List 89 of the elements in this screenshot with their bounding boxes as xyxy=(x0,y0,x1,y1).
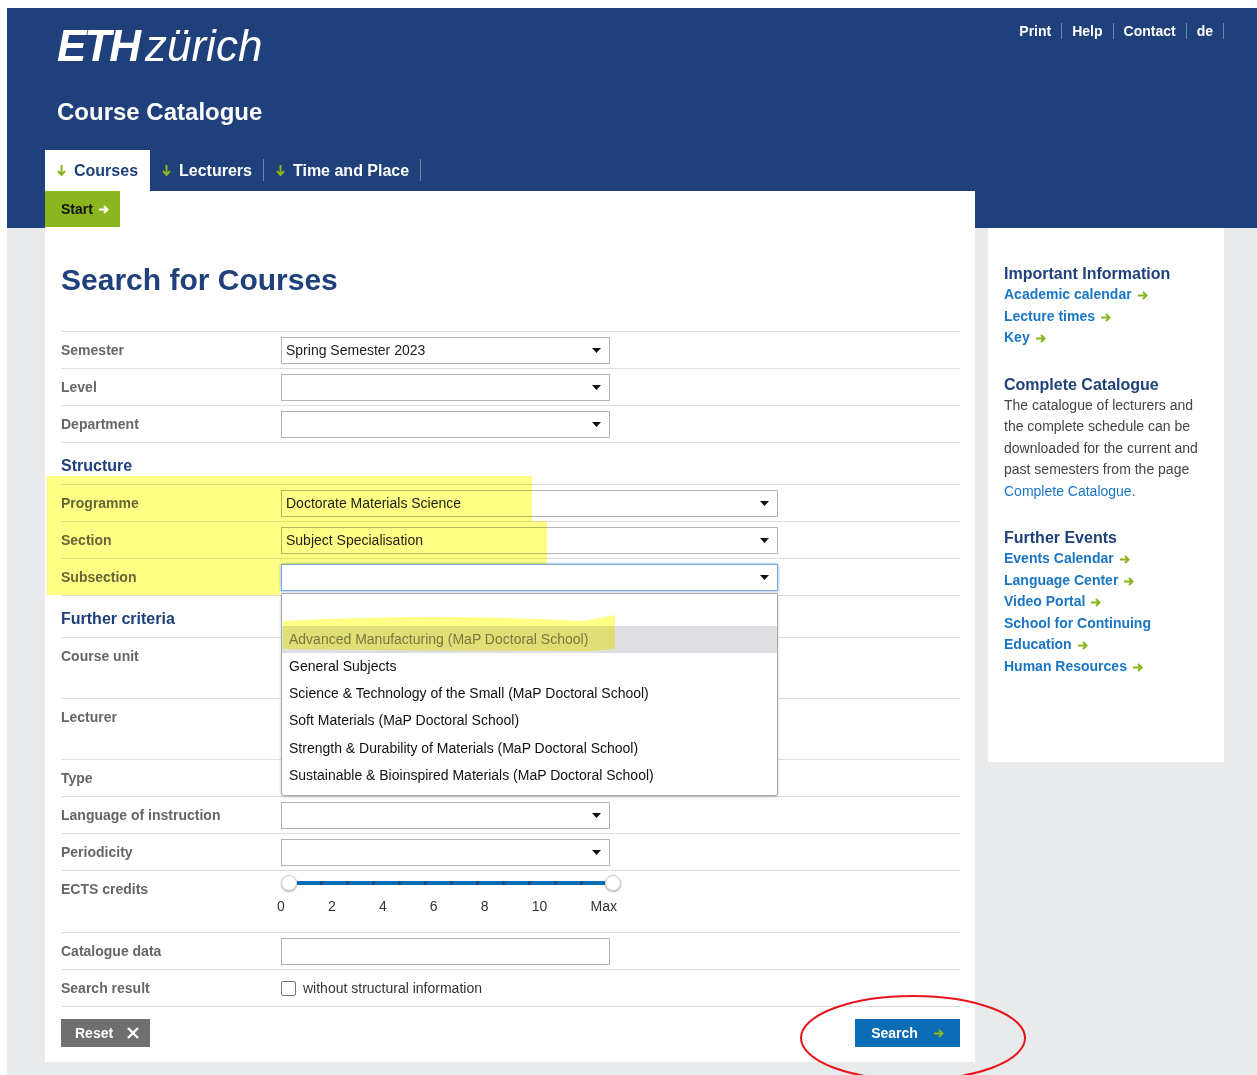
logo: ETHzürich xyxy=(57,22,263,70)
select-field[interactable] xyxy=(281,801,610,829)
close-icon xyxy=(127,1027,140,1039)
field-label: Level xyxy=(61,379,98,395)
dropdown-option[interactable]: Sustainable & Bioinspired Materials (MaP Doctoral School) xyxy=(282,762,777,790)
sidebar-heading: Further Events xyxy=(1004,528,1118,548)
tick-label: 6 xyxy=(429,898,438,914)
field-label: Lecturer xyxy=(61,709,119,725)
search-button[interactable]: Search xyxy=(855,1019,960,1047)
tick-label: Max xyxy=(590,898,617,914)
select-field[interactable]: Doctorate Materials Science xyxy=(281,489,778,517)
caret-icon xyxy=(592,849,601,855)
text-input[interactable] xyxy=(281,937,610,965)
catalogue-link[interactable]: Complete Catalogue xyxy=(1004,482,1132,499)
arrow-icon xyxy=(1091,598,1102,607)
field-label: Periodicity xyxy=(61,844,134,860)
caret-icon xyxy=(592,347,601,353)
sidebar-link[interactable]: Language Center xyxy=(1004,569,1214,591)
dropdown-option[interactable]: General Subjects xyxy=(282,652,777,681)
dropdown-option[interactable]: Strength & Durability of Materials (MaP Doctoral School) xyxy=(282,734,777,762)
sidebar-heading: Complete Catalogue xyxy=(1004,374,1160,395)
arrow-icon xyxy=(1077,641,1088,650)
arrow-icon xyxy=(933,1028,944,1038)
sidebar-link[interactable]: Academic calendar xyxy=(1004,284,1214,306)
sidebar-link[interactable]: Human Resources xyxy=(1004,655,1214,677)
field-label: Semester xyxy=(61,342,126,358)
arrow-icon xyxy=(1132,662,1143,672)
arrow-icon xyxy=(1124,576,1135,586)
field-label: Course unit xyxy=(61,648,140,664)
dropdown-option[interactable]: Science & Technology of the Small (MaP Doctoral School) xyxy=(282,680,777,708)
caret-icon xyxy=(760,500,769,506)
field-label: Subsection xyxy=(61,569,138,585)
top-link[interactable]: de xyxy=(1186,23,1224,39)
select-field[interactable]: Spring Semester 2023 xyxy=(281,336,610,364)
site-title: Course Catalogue xyxy=(57,98,264,126)
select-field[interactable]: Subject Specialisation xyxy=(281,526,778,554)
top-link[interactable]: Print xyxy=(1009,23,1063,39)
nav-tab[interactable]: Time and Place xyxy=(263,150,422,191)
slider-handle[interactable] xyxy=(281,875,297,891)
sidebar-link[interactable]: Video Portal xyxy=(1004,591,1214,613)
arrow-icon xyxy=(1137,291,1148,300)
field-label: Department xyxy=(61,416,140,432)
field-label: Catalogue data xyxy=(61,943,163,959)
select-field[interactable] xyxy=(281,838,610,866)
field-label: Search result xyxy=(61,980,151,996)
down-arrow-icon xyxy=(275,165,285,176)
tick-label: 8 xyxy=(480,898,489,914)
start-button[interactable]: Start xyxy=(45,191,120,227)
slider-handle[interactable] xyxy=(605,875,621,891)
field-label: Language of instruction xyxy=(61,807,222,823)
arrow-icon xyxy=(1119,555,1130,564)
section-heading: Structure xyxy=(61,457,133,475)
arrow-icon xyxy=(98,204,109,214)
caret-icon xyxy=(592,421,601,427)
section-heading: Further criteria xyxy=(61,610,175,628)
tick-label: 4 xyxy=(378,898,387,914)
sidebar-link[interactable]: Events Calendar xyxy=(1004,548,1214,570)
tick-label: 2 xyxy=(327,898,336,914)
sidebar-link[interactable]: Lecture times xyxy=(1004,305,1214,327)
checkbox[interactable] xyxy=(281,980,296,996)
caret-icon xyxy=(760,574,769,580)
down-arrow-icon xyxy=(57,165,66,176)
arrow-icon xyxy=(1035,334,1046,343)
caret-icon xyxy=(592,384,601,390)
page-heading: Search for Courses xyxy=(61,263,339,297)
sidebar-paragraph: The catalogue of lecturers and the complete schedule can be downloaded for the current and past semesters from the page Complete Catalogue. xyxy=(1004,395,1199,501)
nav-tab[interactable]: Lecturers xyxy=(150,150,264,191)
dropdown-option[interactable]: Soft Materials (MaP Doctoral School) xyxy=(282,707,777,735)
select-field[interactable] xyxy=(281,563,778,591)
sidebar-link[interactable]: Key xyxy=(1004,327,1214,349)
field-label: Programme xyxy=(61,495,140,511)
field-label: ECTS credits xyxy=(61,881,150,897)
caret-icon xyxy=(592,812,601,818)
select-field[interactable] xyxy=(281,373,610,401)
field-label: Type xyxy=(61,770,94,786)
reset-button[interactable]: Reset xyxy=(61,1019,151,1047)
field-label: Section xyxy=(61,532,113,548)
nav-tab[interactable]: Courses xyxy=(45,150,151,191)
down-arrow-icon xyxy=(162,165,172,176)
checkbox-label: without structural information xyxy=(303,980,482,996)
top-link[interactable]: Contact xyxy=(1113,23,1187,39)
caret-icon xyxy=(760,537,769,543)
top-link[interactable]: Help xyxy=(1062,23,1114,39)
tick-label: 10 xyxy=(531,898,548,914)
sidebar-link[interactable]: School for Continuing Education xyxy=(1004,612,1214,656)
select-field[interactable] xyxy=(281,410,610,438)
sidebar-heading: Important Information xyxy=(1004,264,1172,284)
tick-label: 0 xyxy=(277,898,285,914)
arrow-icon xyxy=(1101,312,1112,322)
